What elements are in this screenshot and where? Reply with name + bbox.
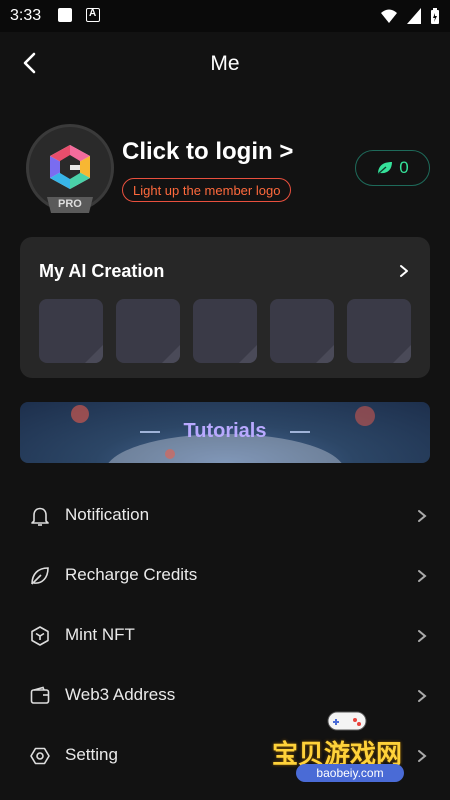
creation-thumbnail[interactable] [347, 299, 411, 363]
menu-label: Recharge Credits [65, 565, 198, 584]
points-value: 0 [399, 158, 409, 177]
chevron-right-icon [418, 570, 427, 582]
menu-label: Notification [65, 505, 150, 524]
creation-thumbnail[interactable] [39, 299, 103, 363]
bell-icon [31, 507, 49, 526]
member-logo-button[interactable]: Light up the member logo [122, 178, 292, 202]
creation-title: My AI Creation [39, 261, 165, 281]
page-title: Me [210, 52, 240, 75]
battery-icon [431, 8, 439, 24]
menu-item-mint-nft[interactable]: Mint NFT [0, 606, 450, 666]
menu-label: Mint NFT [65, 625, 135, 644]
leaf-icon [377, 162, 393, 175]
creation-thumbnail[interactable] [193, 299, 257, 363]
login-link[interactable]: Click to login > [122, 138, 293, 166]
status-time: 3:33 [10, 7, 42, 24]
menu-label: Web3 Address [65, 685, 176, 704]
notification-square-icon [58, 8, 72, 22]
points-badge[interactable]: 0 [355, 150, 430, 186]
gear-icon [30, 747, 50, 765]
chevron-right-icon [400, 265, 408, 277]
leaf-icon [31, 567, 49, 585]
wallet-icon [30, 686, 50, 704]
chevron-right-icon [418, 630, 427, 642]
a-notification-icon: A [86, 8, 100, 22]
ai-creation-card[interactable]: My AI Creation [20, 237, 430, 378]
chevron-right-icon [418, 510, 427, 522]
menu-label: Setting [65, 745, 118, 764]
pro-badge-label: PRO [58, 198, 82, 210]
menu-item-recharge-credits[interactable]: Recharge Credits [0, 546, 450, 606]
watermark: 宝贝游戏网 baobeiy.com [272, 706, 422, 796]
tutorials-title: Tutorials [183, 420, 267, 442]
cube-icon [31, 626, 49, 646]
status-bar: 3:33 A [0, 0, 450, 32]
chevron-right-icon [418, 690, 427, 702]
wifi-icon [381, 9, 397, 23]
creation-thumbnail[interactable] [116, 299, 180, 363]
signal-icon [407, 8, 421, 24]
gamepad-icon [327, 711, 367, 731]
tutorials-banner[interactable]: Tutorials [20, 402, 430, 463]
menu-item-notification[interactable]: Notification [0, 486, 450, 546]
creation-thumbnail[interactable] [270, 299, 334, 363]
status-icons [380, 6, 440, 26]
top-bar: Me [0, 32, 450, 96]
watermark-domain: baobeiy.com [296, 764, 404, 782]
